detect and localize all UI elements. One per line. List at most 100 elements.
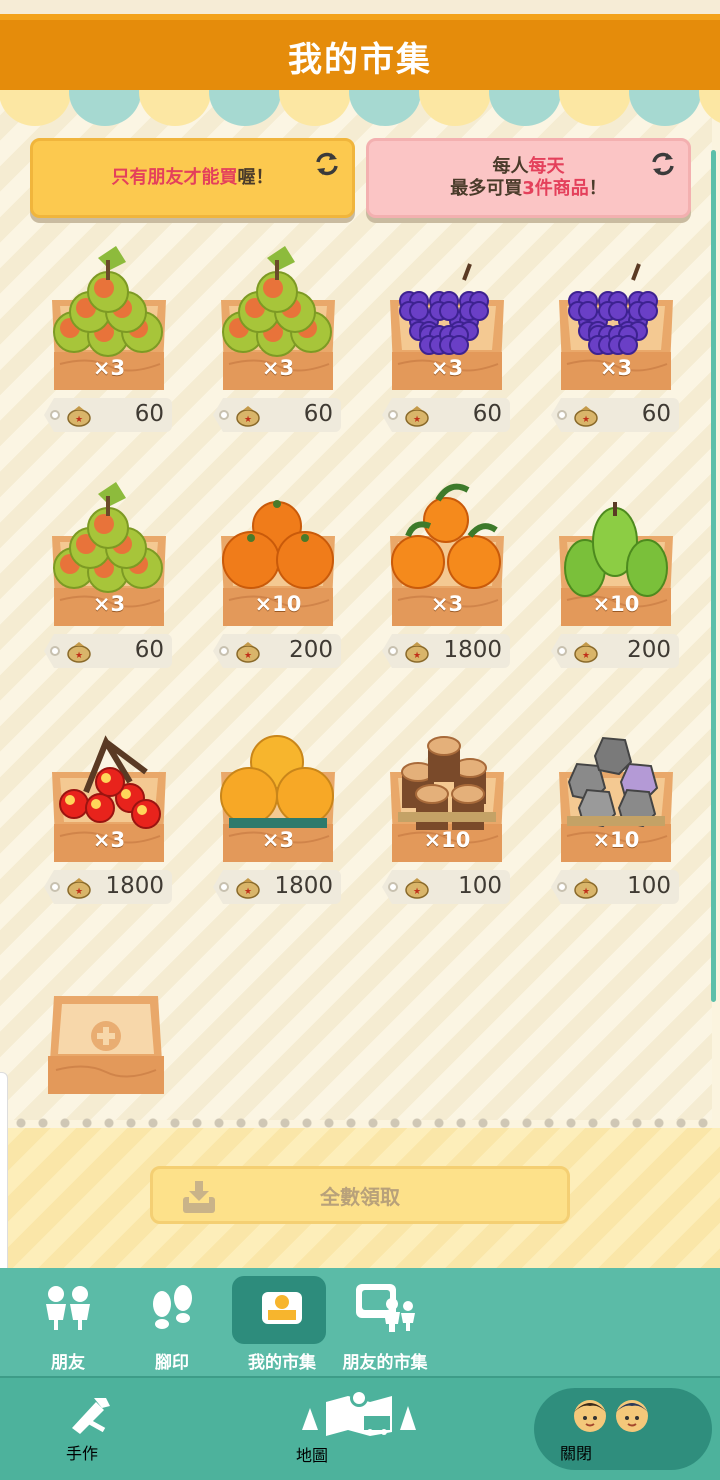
map-icon — [302, 1389, 416, 1436]
bell-bag-icon: ★ — [405, 878, 429, 899]
bell-bag-icon: ★ — [236, 878, 260, 899]
map-button[interactable]: 地圖 — [296, 1388, 422, 1470]
market-item-chestnut[interactable]: ×3 ★ 60 — [213, 240, 341, 440]
price-tag: ★ 1800 — [44, 870, 172, 904]
add-item-slot[interactable] — [46, 990, 166, 1100]
tag-hole — [50, 882, 60, 892]
daily-limit-line1b: 每天 — [528, 156, 565, 177]
svg-text:★: ★ — [75, 651, 83, 661]
friends-only-text: 只有朋友才能買 — [111, 167, 238, 188]
price-tag: ★ 1800 — [213, 870, 341, 904]
collect-all-label: 全數領取 — [320, 1184, 400, 1209]
daily-limit-line2b: 3件商品 — [522, 178, 589, 199]
price-tag: ★ 60 — [382, 398, 510, 432]
collect-all-button[interactable]: 全數領取 — [150, 1166, 570, 1224]
tag-hole — [388, 646, 398, 656]
tab-friend-market-label: 朋友的市集 — [342, 1353, 428, 1373]
tab-footprints[interactable]: 腳印 — [122, 1272, 222, 1373]
tag-hole — [219, 646, 229, 656]
item-quantity: ×3 — [430, 592, 464, 616]
bell-bag-icon: ★ — [67, 878, 91, 899]
svg-text:★: ★ — [582, 887, 590, 897]
svg-text:★: ★ — [244, 651, 252, 661]
friends-only-suffix: 喔！ — [237, 167, 274, 188]
bell-bag-icon: ★ — [574, 642, 598, 663]
item-quantity: ×10 — [592, 828, 640, 852]
sub-navigation: 朋友 腳印 我的市集 朋友的市集 — [0, 1268, 720, 1376]
two-faces-icon — [574, 1400, 648, 1432]
tag-hole — [388, 410, 398, 420]
status-strip — [0, 0, 720, 14]
market-item-chestnut[interactable]: ×3 ★ 60 — [44, 240, 172, 440]
item-price: 200 — [627, 637, 671, 663]
tag-hole — [557, 882, 567, 892]
market-item-chestnut[interactable]: ×3 ★ 60 — [44, 476, 172, 676]
svg-text:★: ★ — [75, 415, 83, 425]
svg-text:★: ★ — [582, 651, 590, 661]
tag-hole — [50, 646, 60, 656]
friend-market-icon — [356, 1284, 415, 1332]
my-market-icon — [262, 1292, 302, 1324]
refresh-icon[interactable] — [312, 149, 342, 179]
market-item-wood[interactable]: ×10 ★ 100 — [382, 712, 510, 912]
tag-hole — [219, 882, 229, 892]
price-tag: ★ 60 — [44, 634, 172, 668]
item-price: 1800 — [443, 637, 502, 663]
market-item-grape[interactable]: ×3 ★ 60 — [551, 240, 679, 440]
item-price: 100 — [627, 873, 671, 899]
svg-text:★: ★ — [75, 887, 83, 897]
item-price: 60 — [134, 401, 164, 427]
refresh-icon[interactable] — [648, 149, 678, 179]
friends-only-banner: 只有朋友才能買喔！ — [30, 138, 355, 218]
tag-hole — [388, 882, 398, 892]
scrollbar[interactable] — [711, 150, 716, 1002]
tag-hole — [50, 410, 60, 420]
bell-bag-icon: ★ — [574, 406, 598, 427]
close-button-content[interactable]: 關閉 — [560, 1396, 686, 1470]
daily-limit-line2a: 最多可買 — [450, 178, 523, 199]
daily-limit-banner: 每人每天 最多可買3件商品！ — [366, 138, 691, 218]
divider-dots — [10, 1118, 714, 1128]
item-quantity: ×3 — [430, 356, 464, 380]
price-tag: ★ 200 — [213, 634, 341, 668]
map-label: 地圖 — [296, 1446, 329, 1465]
item-price: 60 — [472, 401, 502, 427]
market-item-cherry[interactable]: ×3 ★ 1800 — [44, 712, 172, 912]
market-item-pear[interactable]: ×10 ★ 200 — [551, 476, 679, 676]
bell-bag-icon: ★ — [67, 406, 91, 427]
item-price: 60 — [134, 637, 164, 663]
craft-button[interactable]: 手作 — [66, 1394, 130, 1470]
bell-bag-icon: ★ — [574, 878, 598, 899]
page-title: 我的市集 — [288, 39, 432, 80]
price-tag: ★ 60 — [44, 398, 172, 432]
daily-limit-line2c: ！ — [588, 178, 607, 199]
bell-bag-icon: ★ — [405, 406, 429, 427]
market-item-orange[interactable]: ×10 ★ 200 — [213, 476, 341, 676]
svg-text:★: ★ — [244, 415, 252, 425]
bell-bag-icon: ★ — [236, 406, 260, 427]
svg-text:★: ★ — [244, 887, 252, 897]
item-quantity: ×3 — [92, 828, 126, 852]
market-item-peach[interactable]: ×3 ★ 1800 — [213, 712, 341, 912]
market-item-stone[interactable]: ×10 ★ 100 — [551, 712, 679, 912]
header-bar: 我的市集 — [0, 14, 720, 92]
bell-bag-icon: ★ — [67, 642, 91, 663]
svg-text:★: ★ — [413, 651, 421, 661]
item-price: 60 — [641, 401, 671, 427]
item-price: 1800 — [274, 873, 333, 899]
svg-text:★: ★ — [413, 887, 421, 897]
market-item-golden-orange[interactable]: ×3 ★ 1800 — [382, 476, 510, 676]
tag-hole — [219, 410, 229, 420]
item-quantity: ×3 — [599, 356, 633, 380]
market-item-grape[interactable]: ×3 ★ 60 — [382, 240, 510, 440]
item-quantity: ×3 — [261, 828, 295, 852]
bell-bag-icon: ★ — [405, 642, 429, 663]
item-price: 200 — [289, 637, 333, 663]
item-quantity: ×10 — [254, 592, 302, 616]
svg-text:★: ★ — [413, 415, 421, 425]
item-quantity: ×3 — [92, 356, 126, 380]
item-quantity: ×10 — [423, 828, 471, 852]
item-price: 1800 — [105, 873, 164, 899]
price-tag: ★ 60 — [213, 398, 341, 432]
tab-friend-market[interactable]: 朋友的市集 — [335, 1272, 435, 1373]
